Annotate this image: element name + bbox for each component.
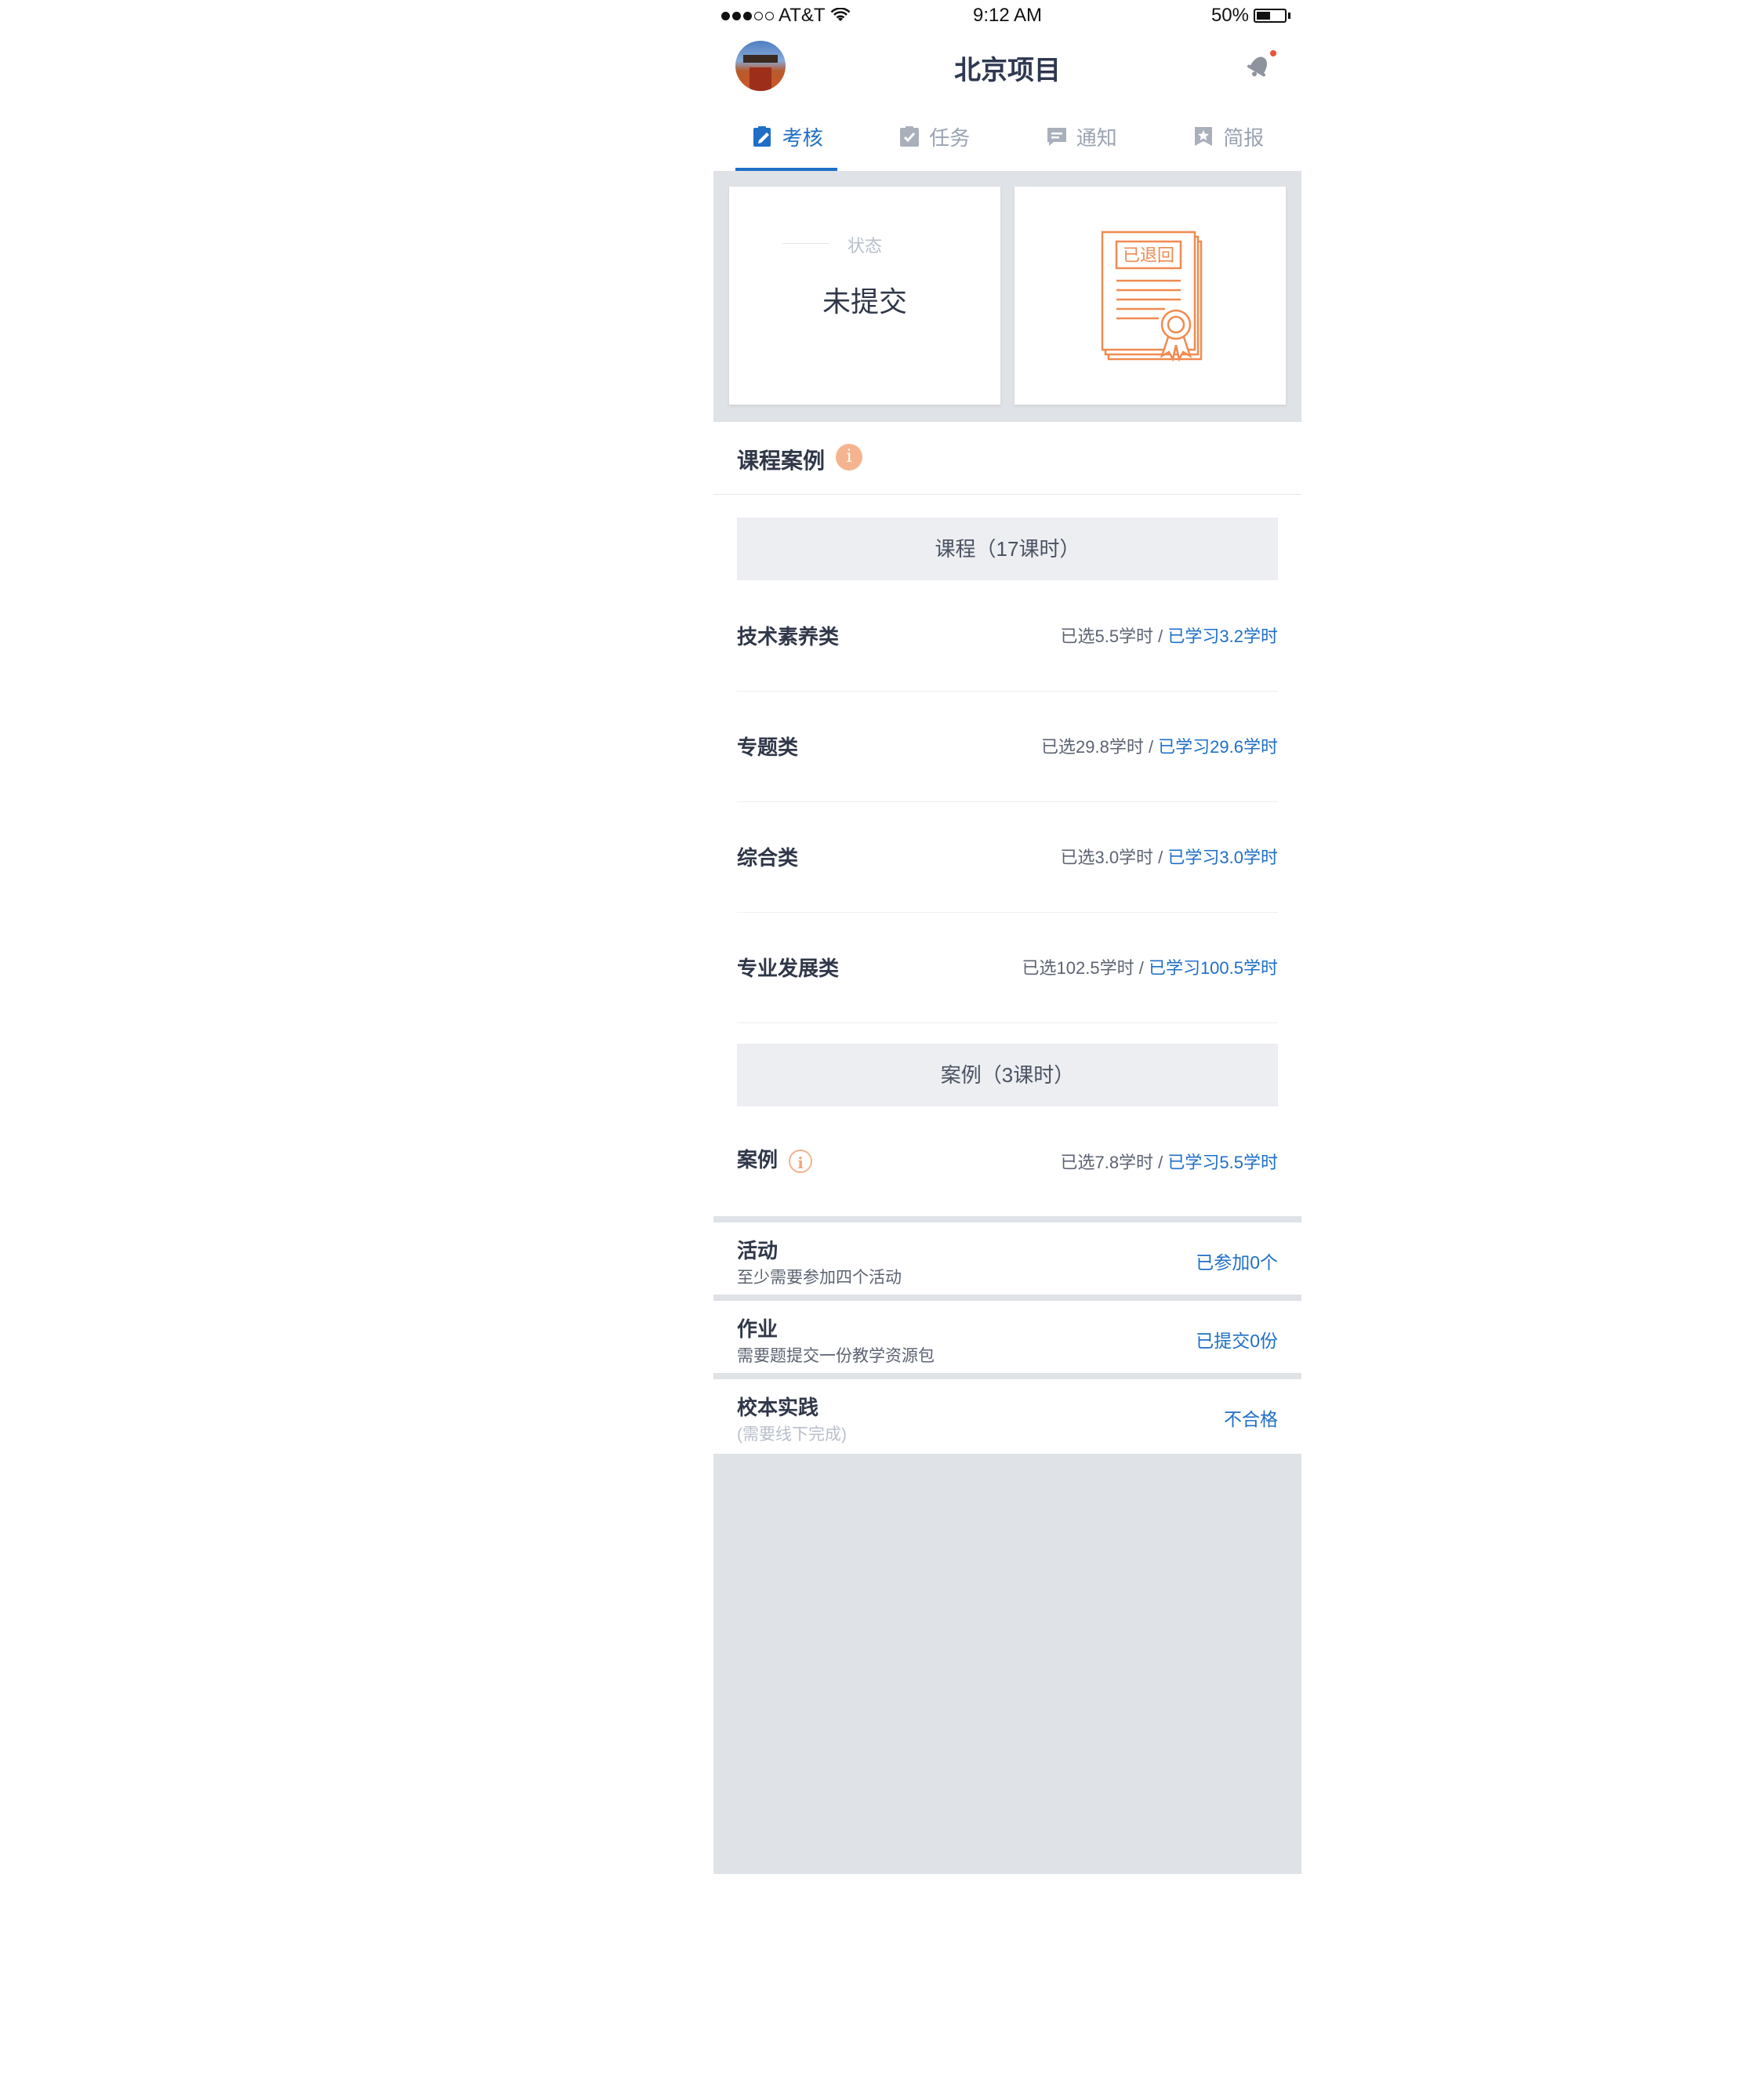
homework-item[interactable]: 作业 需要题提交一份教学资源包 已提交0份 xyxy=(713,1301,1301,1373)
page-title: 北京项目 xyxy=(954,56,1061,85)
status-card: 状态 未提交 xyxy=(729,187,1000,405)
tab-briefing[interactable]: 简报 xyxy=(1155,102,1302,171)
phone-screen: AT&T 9:12 AM 50% 北京项目 考核 任务 通知 简报 状态 未提交… xyxy=(713,0,1301,1874)
tab-label: 考核 xyxy=(782,125,823,150)
item-value: 不合格 xyxy=(1224,1409,1278,1429)
item-title: 活动 xyxy=(737,1239,779,1262)
list-item[interactable]: 综合类 已选3.0学时 / 已学习3.0学时 xyxy=(737,801,1278,913)
info-icon[interactable]: i xyxy=(789,1150,813,1174)
divider xyxy=(713,1295,1301,1301)
nav-bar: 北京项目 xyxy=(713,31,1301,102)
list-item[interactable]: 案例 i 已选7.8学时 / 已学习5.5学时 xyxy=(737,1106,1278,1216)
divider xyxy=(713,1216,1301,1222)
battery-percent: 50% xyxy=(1210,5,1249,26)
item-subtitle: (需要线下完成) xyxy=(737,1426,847,1444)
row-stats: 已选5.5学时 / 已学习3.2学时 xyxy=(1060,627,1278,646)
item-title: 作业 xyxy=(737,1317,779,1341)
case-group-header: 案例（3课时） xyxy=(737,1044,1278,1106)
course-group-header: 课程（17课时） xyxy=(737,518,1278,580)
certificate-icon: 已退回 xyxy=(1101,231,1203,362)
item-value: 已参加0个 xyxy=(1196,1252,1278,1273)
row-name: 案例 i xyxy=(737,1144,813,1174)
item-subtitle: 需要题提交一份教学资源包 xyxy=(737,1347,935,1365)
status-value: 未提交 xyxy=(822,285,907,318)
list-item[interactable]: 技术素养类 已选5.5学时 / 已学习3.2学时 xyxy=(737,580,1278,692)
row-stats: 已选3.0学时 / 已学习3.0学时 xyxy=(1060,848,1278,867)
battery-icon xyxy=(1254,9,1287,23)
list-item[interactable]: 专题类 已选29.8学时 / 已学习29.6学时 xyxy=(737,691,1278,802)
tab-label: 任务 xyxy=(929,125,971,150)
certificate-card[interactable]: 已退回 xyxy=(1014,187,1286,405)
item-subtitle: 至少需要参加四个活动 xyxy=(737,1269,902,1287)
practice-item[interactable]: 校本实践 (需要线下完成) 不合格 xyxy=(713,1379,1301,1451)
section-title: 课程案例 xyxy=(737,449,826,473)
tab-assessment[interactable]: 考核 xyxy=(713,102,861,171)
clipboard-check-icon xyxy=(900,126,920,147)
status-bar: AT&T 9:12 AM 50% xyxy=(713,0,1301,31)
clipboard-edit-icon xyxy=(753,126,771,147)
list-item[interactable]: 专业发展类 已选102.5学时 / 已学习100.5学时 xyxy=(737,912,1278,1023)
row-name: 专业发展类 xyxy=(737,957,840,980)
section-header: 课程案例 i xyxy=(713,422,1301,495)
item-value: 已提交0份 xyxy=(1196,1331,1278,1351)
row-name: 专题类 xyxy=(737,735,799,759)
bookmark-star-icon xyxy=(1195,127,1213,146)
tab-notices[interactable]: 通知 xyxy=(1007,102,1155,171)
empty-area xyxy=(713,1454,1301,1874)
activity-item[interactable]: 活动 至少需要参加四个活动 已参加0个 xyxy=(713,1222,1301,1295)
row-stats: 已选102.5学时 / 已学习100.5学时 xyxy=(1022,958,1278,978)
bell-notification-icon[interactable] xyxy=(1243,47,1278,82)
row-name: 综合类 xyxy=(737,846,799,870)
cert-stamp: 已退回 xyxy=(1123,246,1174,266)
tab-label: 通知 xyxy=(1076,125,1117,150)
status-label: 状态 xyxy=(847,236,882,256)
row-name: 技术素养类 xyxy=(737,625,840,648)
row-stats: 已选7.8学时 / 已学习5.5学时 xyxy=(1060,1153,1278,1172)
divider xyxy=(713,1373,1301,1379)
item-title: 校本实践 xyxy=(737,1396,819,1419)
status-right: 50% xyxy=(1211,5,1290,27)
message-icon xyxy=(1047,128,1066,146)
row-stats: 已选29.8学时 / 已学习29.6学时 xyxy=(1041,737,1278,757)
info-icon[interactable]: i xyxy=(836,444,862,470)
tab-label: 简报 xyxy=(1223,125,1265,150)
summary-cards: 状态 未提交 已退回 xyxy=(713,171,1301,422)
tab-bar: 考核 任务 通知 简报 xyxy=(713,102,1301,171)
tab-tasks[interactable]: 任务 xyxy=(861,102,1008,171)
